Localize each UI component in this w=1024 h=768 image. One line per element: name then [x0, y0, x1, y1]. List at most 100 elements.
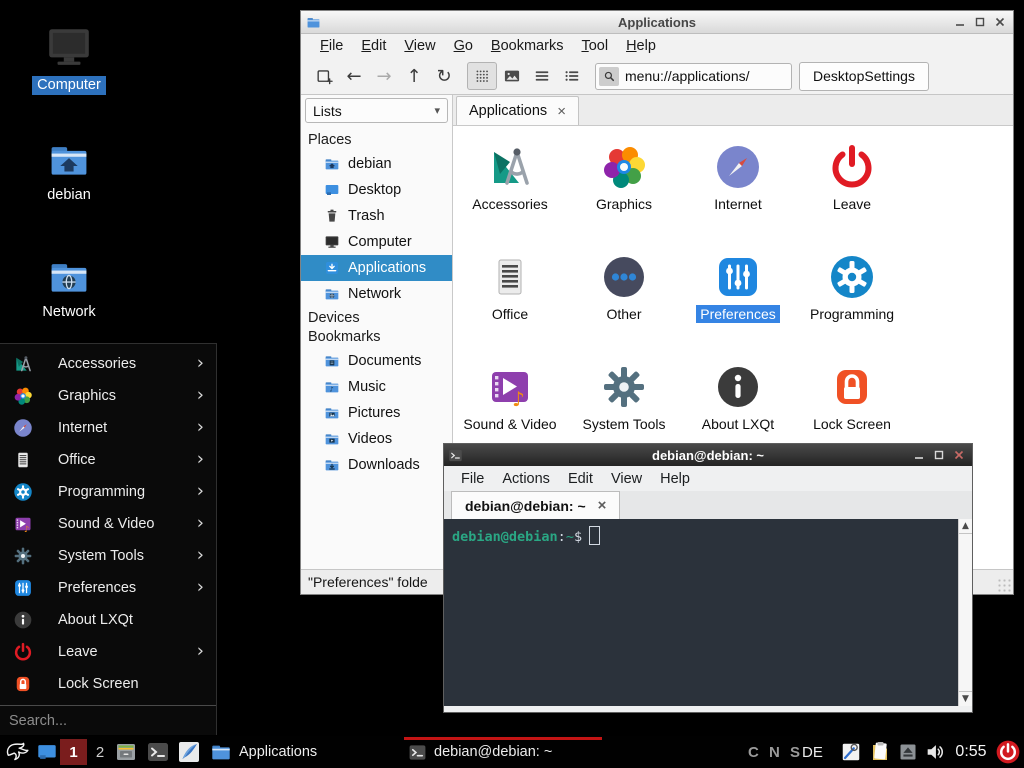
- app-programming[interactable]: Programming: [795, 244, 909, 354]
- detailed-view-button[interactable]: [557, 62, 587, 90]
- scroll-down-icon[interactable]: ▼: [959, 691, 972, 706]
- start-menu-item-lock-screen[interactable]: Lock Screen: [0, 668, 216, 700]
- keyboard-indicator[interactable]: C N S: [748, 736, 803, 768]
- office-icon: [486, 253, 534, 301]
- tab-applications[interactable]: Applications ×: [456, 96, 579, 125]
- start-menu-item-internet[interactable]: Internet ›: [0, 412, 216, 444]
- menu-actions[interactable]: Actions: [493, 469, 559, 489]
- quicklaunch-featherpad[interactable]: [176, 740, 202, 764]
- clock[interactable]: 0:55: [950, 736, 992, 768]
- show-desktop-button[interactable]: [34, 741, 60, 763]
- sidebar-item-computer[interactable]: Computer: [301, 229, 452, 255]
- terminal-titlebar[interactable]: debian@debian: ~: [444, 444, 972, 466]
- desktop-icon-network[interactable]: Network: [13, 255, 125, 322]
- menu-go[interactable]: Go: [445, 36, 482, 56]
- new-tab-button[interactable]: [309, 62, 339, 90]
- menu-help[interactable]: Help: [617, 36, 665, 56]
- music-folder-icon: [324, 379, 340, 395]
- sidebar-item-videos[interactable]: Videos: [301, 426, 452, 452]
- compact-view-icon: [532, 66, 552, 86]
- sidebar-mode-select[interactable]: Lists ▾: [305, 98, 448, 123]
- workspace-1-button[interactable]: 1: [60, 739, 87, 765]
- leave-icon: [13, 642, 33, 662]
- sidebar-item-desktop[interactable]: Desktop: [301, 177, 452, 203]
- start-menu-item-system-tools[interactable]: System Tools ›: [0, 540, 216, 572]
- sound-video-icon: [486, 363, 534, 411]
- lock-icon: [828, 363, 876, 411]
- reload-button[interactable]: ↻: [429, 62, 459, 90]
- terminal-screen[interactable]: debian@debian:~$: [444, 519, 958, 706]
- back-button[interactable]: ←: [339, 62, 369, 90]
- menu-view[interactable]: View: [602, 469, 651, 489]
- task-button-file-manager[interactable]: Applications: [206, 736, 398, 768]
- start-menu-search-input[interactable]: Search...: [0, 705, 216, 735]
- quicklaunch-terminal[interactable]: [145, 740, 171, 764]
- menu-tool[interactable]: Tool: [572, 36, 617, 56]
- desktop-settings-button[interactable]: DesktopSettings: [799, 62, 929, 91]
- sidebar-item-network[interactable]: Network: [301, 281, 452, 307]
- desktop-icon-debian[interactable]: debian: [13, 138, 125, 205]
- menu-help[interactable]: Help: [651, 469, 699, 489]
- volume-icon[interactable]: [924, 741, 946, 763]
- app-preferences[interactable]: Preferences: [681, 244, 795, 354]
- close-icon[interactable]: ×: [557, 104, 566, 119]
- resize-grip[interactable]: [997, 578, 1011, 592]
- terminal-scrollbar[interactable]: ▲ ▼: [958, 519, 972, 706]
- submenu-arrow-icon: ›: [197, 513, 204, 534]
- menu-file[interactable]: File: [452, 469, 493, 489]
- app-graphics[interactable]: Graphics: [567, 134, 681, 244]
- keyboard-layout[interactable]: DE: [802, 736, 823, 768]
- icon-view-button[interactable]: [467, 62, 497, 90]
- quicklaunch-file-manager[interactable]: [113, 740, 139, 764]
- menu-bookmarks[interactable]: Bookmarks: [482, 36, 573, 56]
- power-button[interactable]: [995, 739, 1021, 765]
- address-text[interactable]: menu://applications/: [619, 68, 750, 84]
- sidebar-item-debian[interactable]: debian: [301, 151, 452, 177]
- app-other[interactable]: Other: [567, 244, 681, 354]
- start-menu-item-preferences[interactable]: Preferences ›: [0, 572, 216, 604]
- desktop-icon-computer[interactable]: Computer: [13, 22, 125, 95]
- sidebar-item-music[interactable]: Music: [301, 374, 452, 400]
- screenshot-tray-icon[interactable]: [840, 741, 862, 763]
- terminal-icon: [146, 740, 170, 764]
- app-leave[interactable]: Leave: [795, 134, 909, 244]
- app-office[interactable]: Office: [453, 244, 567, 354]
- thumbnail-view-button[interactable]: [497, 62, 527, 90]
- clipboard-tray-icon[interactable]: [868, 740, 892, 764]
- menu-edit[interactable]: Edit: [352, 36, 395, 56]
- task-button-terminal[interactable]: debian@debian: ~: [404, 736, 602, 768]
- menu-file[interactable]: File: [311, 36, 352, 56]
- app-accessories[interactable]: Accessories: [453, 134, 567, 244]
- accessories-icon: [13, 354, 33, 374]
- app-internet[interactable]: Internet: [681, 134, 795, 244]
- sidebar-item-trash[interactable]: Trash: [301, 203, 452, 229]
- main-menu-button[interactable]: [3, 739, 30, 765]
- address-bar[interactable]: menu://applications/: [595, 63, 792, 90]
- menu-view[interactable]: View: [395, 36, 444, 56]
- scroll-up-icon[interactable]: ▲: [959, 519, 972, 534]
- file-manager-sidebar: Lists ▾ Places debian Desktop Trash: [301, 95, 453, 570]
- eject-tray-icon[interactable]: [898, 742, 918, 762]
- computer-icon: [44, 22, 94, 72]
- sidebar-item-pictures[interactable]: Pictures: [301, 400, 452, 426]
- forward-button[interactable]: →: [369, 62, 399, 90]
- applications-icon: [324, 260, 340, 276]
- sidebar-item-documents[interactable]: Documents: [301, 348, 452, 374]
- compact-view-button[interactable]: [527, 62, 557, 90]
- sidebar-item-downloads[interactable]: Downloads: [301, 452, 452, 478]
- start-menu-item-accessories[interactable]: Accessories ›: [0, 348, 216, 380]
- terminal-tab[interactable]: debian@debian: ~ ×: [451, 491, 620, 519]
- close-icon[interactable]: ×: [598, 498, 607, 513]
- start-menu-item-programming[interactable]: Programming ›: [0, 476, 216, 508]
- up-button[interactable]: ↑: [399, 62, 429, 90]
- start-menu-item-sound-video[interactable]: Sound & Video ›: [0, 508, 216, 540]
- menu-edit[interactable]: Edit: [559, 469, 602, 489]
- desktop-icon: [35, 741, 59, 763]
- sidebar-item-applications[interactable]: Applications: [301, 255, 452, 281]
- start-menu-item-graphics[interactable]: Graphics ›: [0, 380, 216, 412]
- workspace-2-button[interactable]: 2: [91, 739, 109, 765]
- start-menu-item-office[interactable]: Office ›: [0, 444, 216, 476]
- start-menu-item-leave[interactable]: Leave ›: [0, 636, 216, 668]
- file-manager-titlebar[interactable]: Applications: [301, 11, 1013, 34]
- start-menu-item-about-lxqt[interactable]: About LXQt: [0, 604, 216, 636]
